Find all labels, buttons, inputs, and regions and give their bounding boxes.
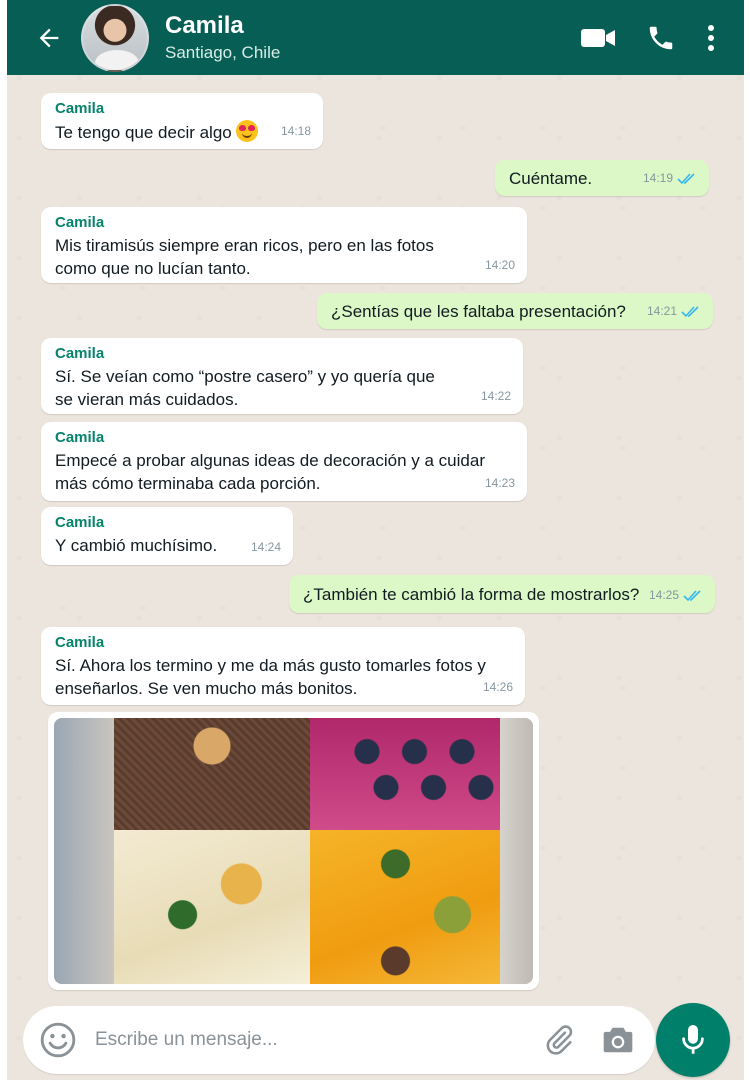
message-time: 14:21 [646,304,677,318]
cream-tiramisu-portion [114,830,310,984]
message-text: Empecé a probar algunas ideas de decorac… [55,451,485,493]
contact-info[interactable]: Camila Santiago, Chile [165,12,280,64]
message-text: ¿También te cambió la forma de mostrarlo… [303,585,640,604]
message-time: 14:24 [250,540,281,554]
camera-icon [603,1027,633,1053]
mango-tiramisu-portion [310,830,500,984]
camera-button[interactable] [601,1025,635,1055]
blueberry-tiramisu-portion [310,718,500,830]
message-bubble-incoming[interactable]: Camila Y cambió muchísimo. 14:24 [41,507,293,565]
message-sender: Camila [55,514,105,531]
double-check-read-icon [677,172,695,184]
message-input[interactable] [95,1029,543,1051]
video-camera-icon [581,28,615,47]
message-bubble-incoming[interactable]: Camila Empecé a probar algunas ideas de … [41,422,527,501]
message-composer [23,1006,655,1074]
message-time: 14:26 [482,680,513,694]
contact-name: Camila [165,11,244,39]
message-bubble-outgoing[interactable]: ¿También te cambió la forma de mostrarlo… [289,575,715,613]
message-list[interactable]: Camila Te tengo que decir algo 14:18 Cué… [7,75,744,1000]
message-time: 14:19 [642,171,673,185]
message-sender: Camila [55,429,105,446]
contact-avatar[interactable] [81,3,149,72]
image-message[interactable] [48,712,539,990]
message-time: 14:20 [484,258,515,272]
voice-call-button[interactable] [646,23,676,53]
chat-header: Camila Santiago, Chile [7,0,744,75]
more-options-button[interactable] [706,24,716,52]
message-bubble-outgoing[interactable]: ¿Sentías que les faltaba presentación? 1… [317,293,713,329]
message-time: 14:18 [280,124,311,138]
video-call-button[interactable] [580,26,616,50]
more-vertical-icon [708,24,714,51]
message-sender: Camila [55,634,105,651]
message-time: 14:22 [480,389,511,403]
back-button[interactable] [31,20,67,56]
message-sender: Camila [55,214,105,231]
message-text: Y cambió muchísimo. [55,536,218,555]
smiley-icon [40,1022,76,1058]
message-text: Mis tiramisús siempre eran ricos, pero e… [55,236,434,278]
paperclip-icon [546,1025,573,1055]
message-bubble-incoming[interactable]: Camila Sí. Ahora los termino y me da más… [41,627,525,705]
message-time: 14:25 [648,588,679,602]
emoji-button[interactable] [39,1021,77,1059]
message-bubble-incoming[interactable]: Camila Te tengo que decir algo 14:18 [41,93,323,149]
double-check-read-icon [681,305,699,317]
message-sender: Camila [55,345,105,362]
double-check-read-icon [683,589,701,601]
message-time: 14:23 [484,476,515,490]
message-sender: Camila [55,100,105,117]
message-text: Sí. Se veían como “postre casero” y yo q… [55,367,435,409]
message-bubble-outgoing[interactable]: Cuéntame. 14:19 [495,160,709,196]
message-bubble-incoming[interactable]: Camila Mis tiramisús siempre eran ricos,… [41,207,527,283]
dessert-photo[interactable] [54,718,533,984]
heart-eyes-emoji-icon [235,120,258,142]
chocolate-tiramisu-portion [114,718,310,830]
message-text: Sí. Ahora los termino y me da más gusto … [55,656,486,698]
attach-button[interactable] [543,1024,575,1056]
message-text: Te tengo que decir algo [55,123,232,142]
message-bubble-incoming[interactable]: Camila Sí. Se veían como “postre casero”… [41,338,523,414]
message-text: ¿Sentías que les faltaba presentación? [331,302,626,321]
chat-screen: Camila Santiago, Chile Camila Te tengo q… [7,0,744,1080]
microphone-icon [682,1025,704,1054]
voice-message-button[interactable] [656,1003,730,1077]
arrow-left-icon [39,28,59,47]
phone-icon [649,26,673,49]
contact-subtitle: Santiago, Chile [165,42,281,62]
